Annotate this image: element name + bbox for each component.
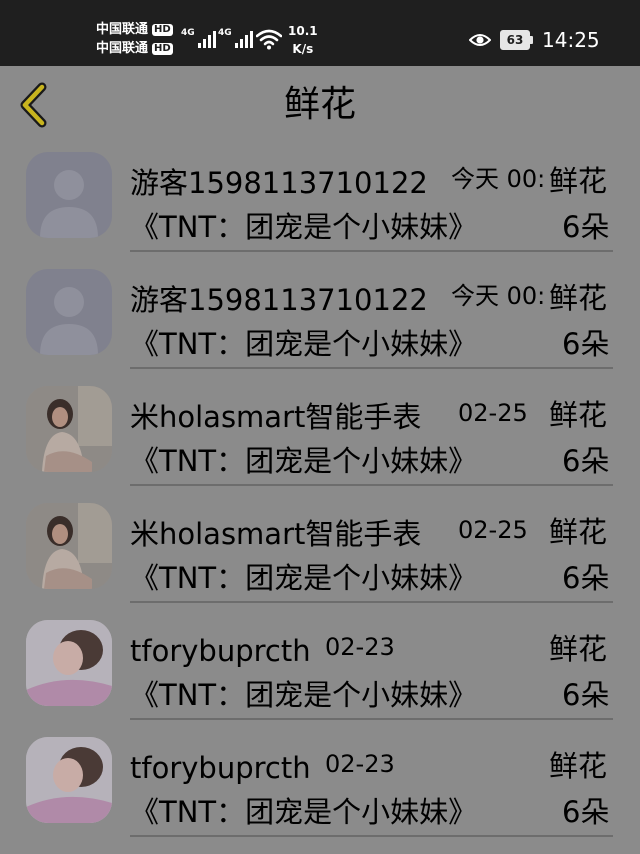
user-name: tforybuprcth (130, 634, 311, 668)
list-item[interactable]: tforybuprcth 02-23 鲜花 《TNT：团宠是个小妹妹》 6朵 (0, 612, 640, 729)
divider (130, 367, 613, 369)
hd-badge: HD (152, 23, 173, 36)
gift-type: 鲜花 (549, 632, 608, 666)
network-type: 4G (181, 28, 195, 38)
list-item[interactable]: 游客1598113710122 今天 00: 鲜花 《TNT：团宠是个小妹妹》 … (0, 261, 640, 378)
user-name: 米holasmart智能手表 (130, 400, 422, 434)
gift-time: 02-25 (458, 516, 528, 544)
network-speed: 10.1 K/s (288, 22, 318, 58)
signal-strength-icon: 4G (218, 28, 253, 48)
gift-count: 6朵 (562, 210, 610, 244)
gift-time: 02-23 (325, 750, 395, 778)
list-item[interactable]: 游客1598113710122 今天 00: 鲜花 《TNT：团宠是个小妹妹》 … (0, 144, 640, 261)
user-photo (26, 503, 112, 589)
user-photo (26, 737, 112, 823)
work-title: 《TNT：团宠是个小妹妹》 (130, 210, 478, 244)
gift-type: 鲜花 (549, 164, 608, 198)
gift-time: 今天 00: (451, 165, 546, 193)
battery-icon: 63 (500, 30, 533, 50)
eye-comfort-icon (469, 34, 491, 46)
battery-level: 63 (500, 30, 530, 50)
divider (130, 601, 613, 603)
gift-count: 6朵 (562, 678, 610, 712)
gift-count: 6朵 (562, 327, 610, 361)
work-title: 《TNT：团宠是个小妹妹》 (130, 678, 478, 712)
divider (130, 835, 613, 837)
carrier-name: 中国联通 (96, 41, 149, 56)
user-name: tforybuprcth (130, 751, 311, 785)
work-title: 《TNT：团宠是个小妹妹》 (130, 327, 478, 361)
work-title: 《TNT：团宠是个小妹妹》 (130, 795, 478, 829)
gift-type: 鲜花 (549, 515, 608, 549)
work-title: 《TNT：团宠是个小妹妹》 (130, 444, 478, 478)
gift-count: 6朵 (562, 795, 610, 829)
default-avatar-icon (26, 269, 112, 355)
default-avatar-icon (26, 152, 112, 238)
gift-type: 鲜花 (549, 749, 608, 783)
gift-type: 鲜花 (549, 281, 608, 315)
gift-time: 02-25 (458, 399, 528, 427)
carrier-info: 中国联通 HD 中国联通 HD (96, 20, 173, 58)
network-speed-unit: K/s (292, 42, 314, 56)
wifi-icon (256, 29, 282, 50)
gift-count: 6朵 (562, 561, 610, 595)
carrier-name: 中国联通 (96, 22, 149, 37)
gift-time: 今天 00: (451, 282, 546, 310)
list-item[interactable]: 米holasmart智能手表 02-25 鲜花 《TNT：团宠是个小妹妹》 6朵 (0, 495, 640, 612)
network-speed-value: 10.1 (288, 24, 318, 38)
flower-gift-list: 游客1598113710122 今天 00: 鲜花 《TNT：团宠是个小妹妹》 … (0, 144, 640, 846)
gift-count: 6朵 (562, 444, 610, 478)
navigation-header: 鲜花 (0, 66, 640, 144)
network-type: 4G (218, 28, 232, 38)
user-photo (26, 386, 112, 472)
signal-strength-icon: 4G (181, 28, 216, 48)
gift-type: 鲜花 (549, 398, 608, 432)
divider (130, 250, 613, 252)
user-name: 米holasmart智能手表 (130, 517, 422, 551)
user-name: 游客1598113710122 (130, 283, 428, 317)
hd-badge: HD (152, 42, 173, 55)
list-item[interactable]: tforybuprcth 02-23 鲜花 《TNT：团宠是个小妹妹》 6朵 (0, 729, 640, 846)
user-photo (26, 620, 112, 706)
page-title: 鲜花 (283, 84, 356, 125)
gift-time: 02-23 (325, 633, 395, 661)
divider (130, 484, 613, 486)
clock: 14:25 (542, 28, 600, 52)
list-item[interactable]: 米holasmart智能手表 02-25 鲜花 《TNT：团宠是个小妹妹》 6朵 (0, 378, 640, 495)
user-name: 游客1598113710122 (130, 166, 428, 200)
status-bar: 中国联通 HD 中国联通 HD 4G 4G 10.1 K/s 63 14:25 (0, 0, 640, 66)
divider (130, 718, 613, 720)
work-title: 《TNT：团宠是个小妹妹》 (130, 561, 478, 595)
